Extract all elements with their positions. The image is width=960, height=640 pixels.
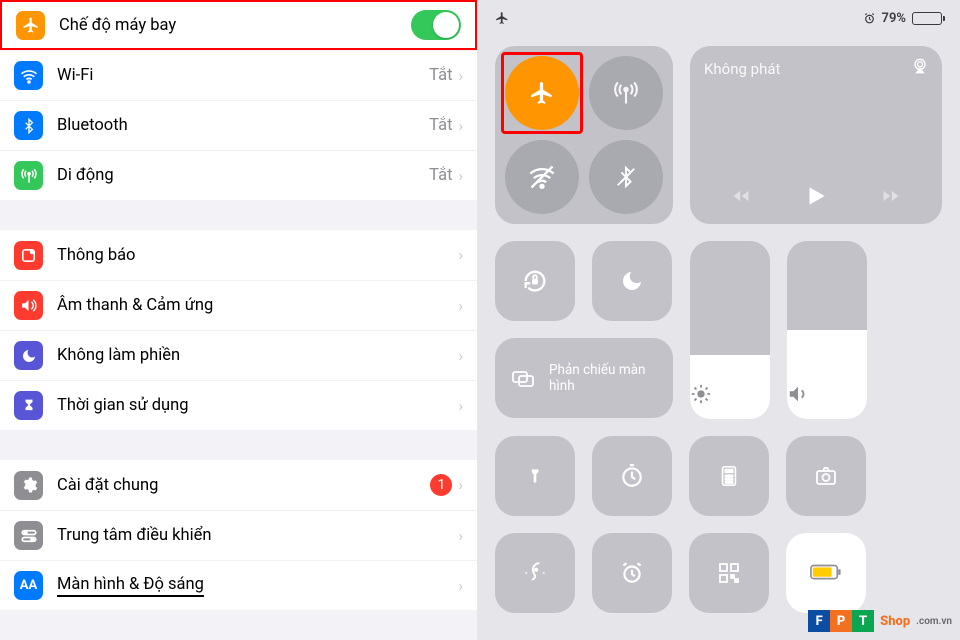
gear-icon xyxy=(14,471,43,500)
row-label: Trung tâm điều khiển xyxy=(57,526,458,545)
moon-icon xyxy=(14,341,43,370)
settings-group-1: Chế độ máy bay Wi-Fi Tắt › Bluetooth Tắt… xyxy=(0,0,477,200)
status-bar: 79% xyxy=(477,0,960,36)
cc-airplane-button[interactable] xyxy=(505,56,579,130)
group-separator xyxy=(0,430,477,460)
music-tile[interactable]: Không phát xyxy=(690,46,942,224)
bell-icon xyxy=(14,241,43,270)
chevron-icon: › xyxy=(458,167,463,185)
chevron-icon: › xyxy=(458,67,463,85)
row-general[interactable]: Cài đặt chung 1 › xyxy=(0,460,477,510)
calculator-button[interactable] xyxy=(689,436,769,516)
row-cellular[interactable]: Di động Tắt › xyxy=(0,150,477,200)
prev-icon[interactable] xyxy=(728,186,754,206)
connectivity-tile xyxy=(495,46,673,224)
screen-mirror-button[interactable]: Phản chiếu màn hình xyxy=(495,338,673,418)
music-title: Không phát xyxy=(704,60,928,78)
chevron-icon: › xyxy=(458,246,463,264)
control-center-panel: 79% xyxy=(477,0,960,640)
hearing-button[interactable] xyxy=(495,533,575,613)
row-value: Tắt xyxy=(429,116,452,135)
notification-badge: 1 xyxy=(430,474,452,496)
brightness-slider[interactable] xyxy=(690,241,770,419)
row-screentime[interactable]: Thời gian sử dụng › xyxy=(0,380,477,430)
rotation-lock-button[interactable] xyxy=(495,241,575,321)
settings-group-2: Thông báo › Âm thanh & Cảm ứng › Không l… xyxy=(0,230,477,430)
row-dnd[interactable]: Không làm phiền › xyxy=(0,330,477,380)
airplay-icon[interactable] xyxy=(910,56,930,76)
chevron-icon: › xyxy=(458,577,463,595)
plane-status-icon xyxy=(495,11,509,25)
bluetooth-icon xyxy=(14,111,43,140)
camera-button[interactable] xyxy=(786,436,866,516)
timer-button[interactable] xyxy=(592,436,672,516)
row-sounds[interactable]: Âm thanh & Cảm ứng › xyxy=(0,280,477,330)
watermark: F P T Shop.com.vn xyxy=(808,610,952,632)
volume-slider[interactable] xyxy=(787,241,867,419)
settings-panel: Chế độ máy bay Wi-Fi Tắt › Bluetooth Tắt… xyxy=(0,0,477,640)
row-label: Không làm phiền xyxy=(57,346,458,365)
next-icon[interactable] xyxy=(878,186,904,206)
dnd-button[interactable] xyxy=(592,241,672,321)
alarm-button[interactable] xyxy=(592,533,672,613)
plane-icon xyxy=(16,11,45,40)
chevron-icon: › xyxy=(458,297,463,315)
brightness-icon xyxy=(690,383,770,405)
aa-icon: AA xyxy=(14,571,43,600)
row-control-center[interactable]: Trung tâm điều khiển › xyxy=(0,510,477,560)
toggles-icon xyxy=(14,521,43,550)
row-display[interactable]: AA Màn hình & Độ sáng › xyxy=(0,560,477,610)
row-label: Cài đặt chung xyxy=(57,476,430,495)
settings-group-3: Cài đặt chung 1 › Trung tâm điều khiển ›… xyxy=(0,460,477,610)
row-value: Tắt xyxy=(429,66,452,85)
chevron-icon: › xyxy=(458,347,463,365)
chevron-icon: › xyxy=(458,117,463,135)
row-label: Di động xyxy=(57,166,429,185)
speaker-icon xyxy=(14,291,43,320)
flashlight-button[interactable] xyxy=(495,436,575,516)
cc-wifi-button[interactable] xyxy=(505,140,579,214)
cc-bluetooth-button[interactable] xyxy=(589,140,663,214)
chevron-icon: › xyxy=(458,397,463,415)
cc-cellular-button[interactable] xyxy=(589,56,663,130)
antenna-icon xyxy=(14,161,43,190)
mirror-label: Phản chiếu màn hình xyxy=(549,362,659,394)
row-label: Wi-Fi xyxy=(57,66,429,85)
hourglass-icon xyxy=(14,391,43,420)
row-label: Màn hình & Độ sáng xyxy=(57,575,458,597)
low-power-button[interactable] xyxy=(786,533,866,613)
row-wifi[interactable]: Wi-Fi Tắt › xyxy=(0,50,477,100)
wifi-icon xyxy=(14,61,43,90)
battery-pct: 79% xyxy=(882,11,906,26)
row-label: Thông báo xyxy=(57,246,458,265)
row-airplane[interactable]: Chế độ máy bay xyxy=(0,0,477,50)
row-value: Tắt xyxy=(429,166,452,185)
chevron-icon: › xyxy=(458,527,463,545)
row-label: Chế độ máy bay xyxy=(59,16,411,35)
group-separator xyxy=(0,200,477,230)
alarm-icon xyxy=(863,12,876,25)
play-icon[interactable] xyxy=(803,182,829,210)
chevron-icon: › xyxy=(458,476,463,494)
volume-icon xyxy=(787,383,867,405)
qr-button[interactable] xyxy=(689,533,769,613)
row-label: Bluetooth xyxy=(57,116,429,135)
row-label: Thời gian sử dụng xyxy=(57,396,458,415)
row-label: Âm thanh & Cảm ứng xyxy=(57,296,458,315)
airplane-toggle[interactable] xyxy=(411,10,461,40)
row-notifications[interactable]: Thông báo › xyxy=(0,230,477,280)
row-bluetooth[interactable]: Bluetooth Tắt › xyxy=(0,100,477,150)
mirror-icon xyxy=(509,366,537,390)
battery-icon xyxy=(912,12,942,25)
